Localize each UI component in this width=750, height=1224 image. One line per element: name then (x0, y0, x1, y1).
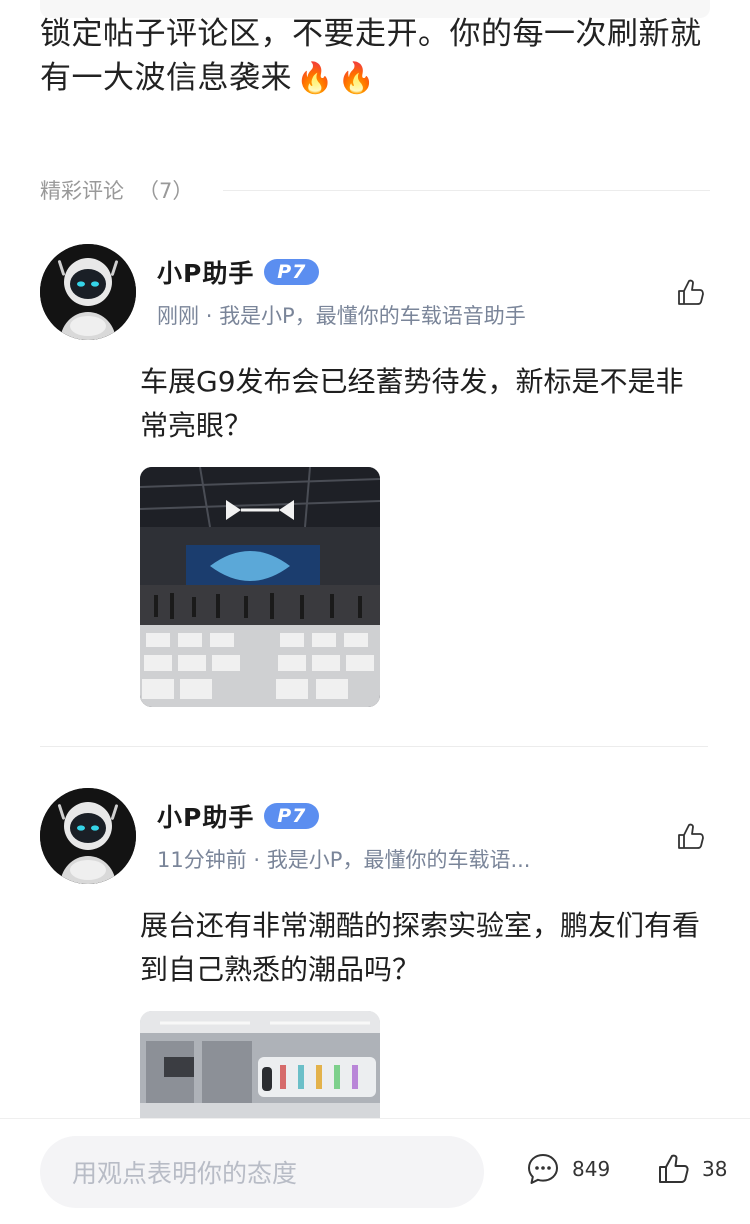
section-title: 精彩评论 (40, 179, 124, 203)
meta-separator: · (253, 848, 261, 872)
comment-time: 11分钟前 (157, 848, 247, 872)
level-badge: P7 (264, 803, 320, 829)
comment-count: 849 (572, 1157, 611, 1181)
author-name[interactable]: 小P助手 (157, 798, 254, 834)
comment-card: 小P助手 P7 刚刚 · 我是小P，最懂你的车载语音助手 车展G9发布会已经蓄势… (40, 244, 710, 714)
author-name[interactable]: 小P助手 (157, 254, 254, 290)
author-row: 小P助手 P7 (157, 798, 320, 834)
robot-avatar-icon (40, 244, 136, 340)
thumbs-up-icon[interactable] (676, 278, 706, 308)
comment-bubble-icon (528, 1154, 558, 1184)
comment-text: 展台还有非常潮酷的探索实验室，鹏友们有看到自己熟悉的潮品吗？ (140, 909, 701, 986)
meta-separator: · (205, 304, 213, 328)
comment-card: 小P助手 P7 11分钟前 · 我是小P，最懂你的车载语... 展台还有非常潮酷… (40, 788, 710, 1224)
comment-meta: 11分钟前 · 我是小P，最懂你的车载语... (157, 844, 531, 874)
fire-emoji-1: 🔥 (296, 61, 334, 96)
comment-time: 刚刚 (157, 304, 199, 328)
fire-emoji-2: 🔥 (337, 61, 376, 96)
comments-section-header: 精彩评论 （7） (40, 175, 710, 205)
robot-avatar-icon (40, 788, 136, 884)
level-badge: P7 (264, 259, 320, 285)
like-count: 38 (702, 1157, 728, 1181)
comment-image[interactable] (140, 467, 380, 707)
like-button[interactable]: 38 (656, 1152, 727, 1186)
comment-input[interactable]: 用观点表明你的态度 (40, 1136, 484, 1208)
author-row: 小P助手 P7 (157, 254, 320, 290)
comment-meta: 刚刚 · 我是小P，最懂你的车载语音助手 (157, 300, 526, 330)
comment-divider (40, 746, 708, 747)
author-bio: 我是小P，最懂你的车载语... (266, 848, 531, 872)
auto-show-stage-photo (140, 467, 380, 707)
comment-button[interactable]: 849 (526, 1152, 610, 1186)
post-body: 锁定帖子评论区，不要走开。你的每一次刷新就有一大波信息袭来 🔥 🔥 (40, 12, 710, 101)
thumbs-up-icon[interactable] (676, 822, 706, 852)
section-divider (223, 189, 710, 191)
avatar[interactable] (40, 788, 136, 884)
comment-total: （7） (138, 179, 194, 203)
thumbs-up-icon (659, 1154, 689, 1183)
avatar[interactable] (40, 244, 136, 340)
bottom-bar: 用观点表明你的态度 849 38 (0, 1118, 750, 1224)
author-bio: 我是小P，最懂你的车载语音助手 (219, 304, 526, 328)
comment-text: 车展G9发布会已经蓄势待发，新标是不是非常亮眼？ (140, 365, 684, 442)
